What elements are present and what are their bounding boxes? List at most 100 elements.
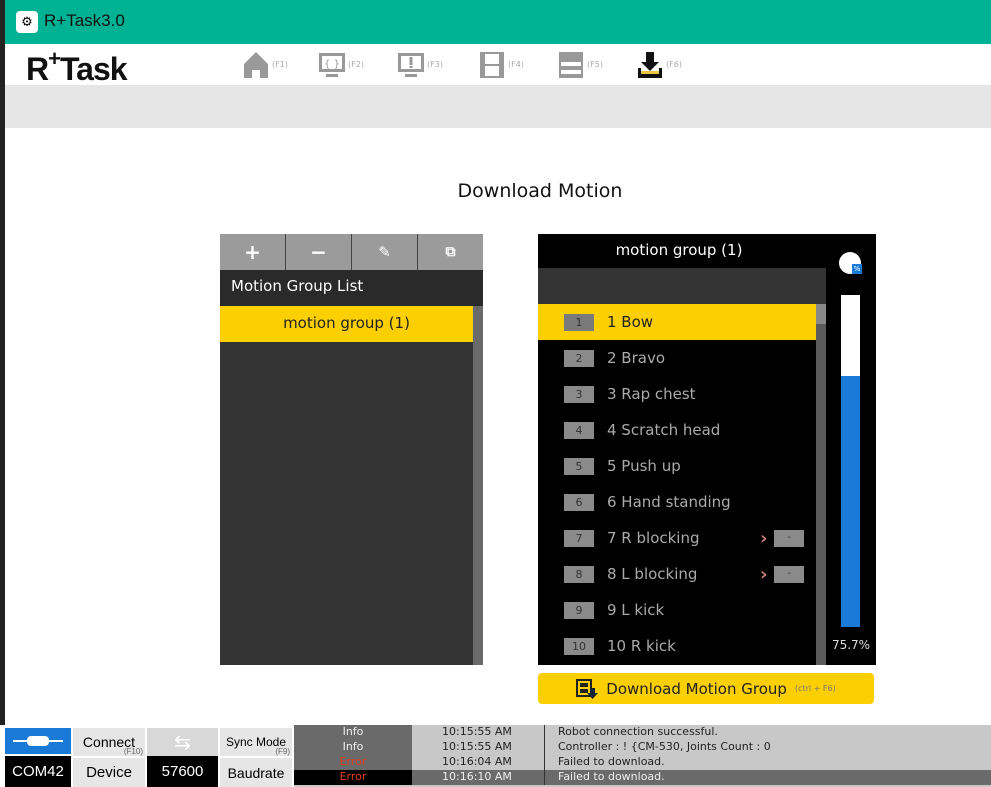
log-message: Controller : ! {CM-530, Joints Count : 0 [558,740,771,753]
log-type: Info [294,740,412,755]
memory-usage-fill [841,375,860,627]
status-bar: Connect (F10) ⇆ Sync Mode (F9) COM42 Devic… [0,725,991,787]
log-message: Robot connection successful. [558,725,718,738]
motion-number: 2 [564,349,594,367]
sync-icon[interactable]: ⇆ [147,728,218,756]
log-time: 10:16:10 AM [442,770,512,783]
device-button[interactable]: Device [73,758,145,787]
toolbar-motion-button[interactable]: (F4) [478,50,524,80]
window-border [0,44,5,787]
motion-number: 6 [564,493,594,511]
motion-list-item[interactable]: 1 1 Bow [538,304,816,340]
log-time: 10:15:55 AM [442,740,512,753]
motion-group-panel: + − ✎ ⧉ Motion Group List motion group (… [220,234,483,665]
motion-list-item[interactable]: 10 10 R kick [538,628,816,664]
toolbar-home-button[interactable]: (F1) [242,50,288,80]
motion-group-title: motion group (1) [615,241,743,259]
log-row[interactable]: Info 10:15:55 AM Robot connection succes… [294,725,991,740]
log-message: Failed to download. [558,755,665,768]
log-message: Failed to download. [558,770,665,783]
motion-label: 2 Bravo [607,349,666,367]
download-icon [638,52,662,78]
motion-list-scrollbar[interactable] [816,304,826,665]
motion-label: 10 R kick [607,637,676,655]
log-type: Error [294,770,412,785]
log-time: 10:16:04 AM [442,755,512,768]
motion-number: 10 [564,637,594,655]
motion-label: 8 L blocking [607,565,698,583]
motion-list-item[interactable]: 2 2 Bravo [538,340,816,376]
window-title: R+Task3.0 [44,11,125,30]
toolbar-debug-button[interactable]: (F3) [397,50,443,80]
film-icon [480,52,504,78]
link-motion-field[interactable]: - [774,529,804,547]
download-motion-group-button[interactable]: Download Motion Group (ctrl + F6) [538,673,874,704]
motion-list-item[interactable]: 8 8 L blocking › - [538,556,816,592]
sync-mode-button[interactable]: Sync Mode (F9) [220,728,292,756]
link-motion-field[interactable]: - [774,565,804,583]
motion-number: 3 [564,385,594,403]
motion-number: 8 [564,565,594,583]
edit-group-button[interactable]: ✎ [352,234,418,270]
motion-number: 9 [564,601,594,619]
home-icon [244,52,268,78]
log-type: Info [294,725,412,740]
motion-label: 7 R blocking [607,529,700,547]
port-value[interactable]: COM42 [5,756,71,787]
memory-usage-bar [841,295,860,627]
title-bar [0,0,991,44]
svg-text:{ }: { } [324,59,340,70]
toolbar-download-button[interactable]: (F6) [636,50,682,80]
motion-list-item[interactable]: 9 9 L kick [538,592,816,628]
connect-button[interactable]: Connect (F10) [73,728,145,756]
sub-toolbar [5,85,991,128]
toolbar-scene-button[interactable]: (F5) [557,50,603,80]
motion-label: 6 Hand standing [607,493,731,511]
page-title: Download Motion [457,180,623,202]
clapper-icon [559,52,583,78]
copy-group-button[interactable]: ⧉ [418,234,483,270]
motion-number: 4 [564,421,594,439]
motion-label: 5 Push up [607,457,681,475]
motion-number: 1 [564,313,594,331]
motion-number: 7 [564,529,594,547]
chevron-right-icon: › [760,563,768,585]
app-icon: ⚙ [16,11,38,33]
film-download-icon [576,678,599,699]
motion-list-header [538,268,826,304]
motion-list-item[interactable]: 7 7 R blocking › - [538,520,816,556]
log-row[interactable]: Error 10:16:10 AM Failed to download. [294,770,991,785]
motion-label: 1 Bow [607,313,654,331]
log-time: 10:15:55 AM [442,725,512,738]
motion-label: 3 Rap chest [607,385,696,403]
motion-label: 4 Scratch head [607,421,721,439]
motion-number: 5 [564,457,594,475]
group-list-heading: Motion Group List [220,270,483,306]
group-list-scrollbar[interactable] [473,306,483,665]
chevron-right-icon: › [760,527,768,549]
motion-list-panel: motion group (1) 1 1 Bow 2 2 Bravo 3 3 Rap ch… [538,234,876,665]
log-type: Error [294,755,412,770]
baudrate-button[interactable]: Baudrate [220,758,292,787]
scrollbar-thumb[interactable] [816,304,826,324]
memory-usage-label: 75.7% [831,638,871,652]
toolbar-task-button[interactable]: { } (F2) [318,50,364,80]
alert-monitor-icon [398,53,424,77]
log-row[interactable]: Info 10:15:55 AM Controller : ! {CM-530,… [294,740,991,755]
group-tools: + − ✎ ⧉ [220,234,483,270]
log-panel[interactable]: Info 10:15:55 AM Robot connection succes… [294,725,991,787]
connection-icon[interactable] [5,728,71,754]
group-list-item[interactable]: motion group (1) [220,306,473,342]
motion-label: 9 L kick [607,601,665,619]
percent-icon: % [852,264,862,274]
remove-group-button[interactable]: − [286,234,352,270]
baud-value[interactable]: 57600 [147,756,218,787]
add-group-button[interactable]: + [220,234,286,270]
motion-list: 1 1 Bow 2 2 Bravo 3 3 Rap chest 4 4 Scratch hea… [538,304,816,664]
motion-list-item[interactable]: 6 6 Hand standing [538,484,816,520]
motion-list-item[interactable]: 5 5 Push up [538,448,816,484]
code-monitor-icon: { } [319,53,345,77]
motion-list-item[interactable]: 3 3 Rap chest [538,376,816,412]
motion-list-item[interactable]: 4 4 Scratch head [538,412,816,448]
log-row[interactable]: Error 10:16:04 AM Failed to download. [294,755,991,770]
